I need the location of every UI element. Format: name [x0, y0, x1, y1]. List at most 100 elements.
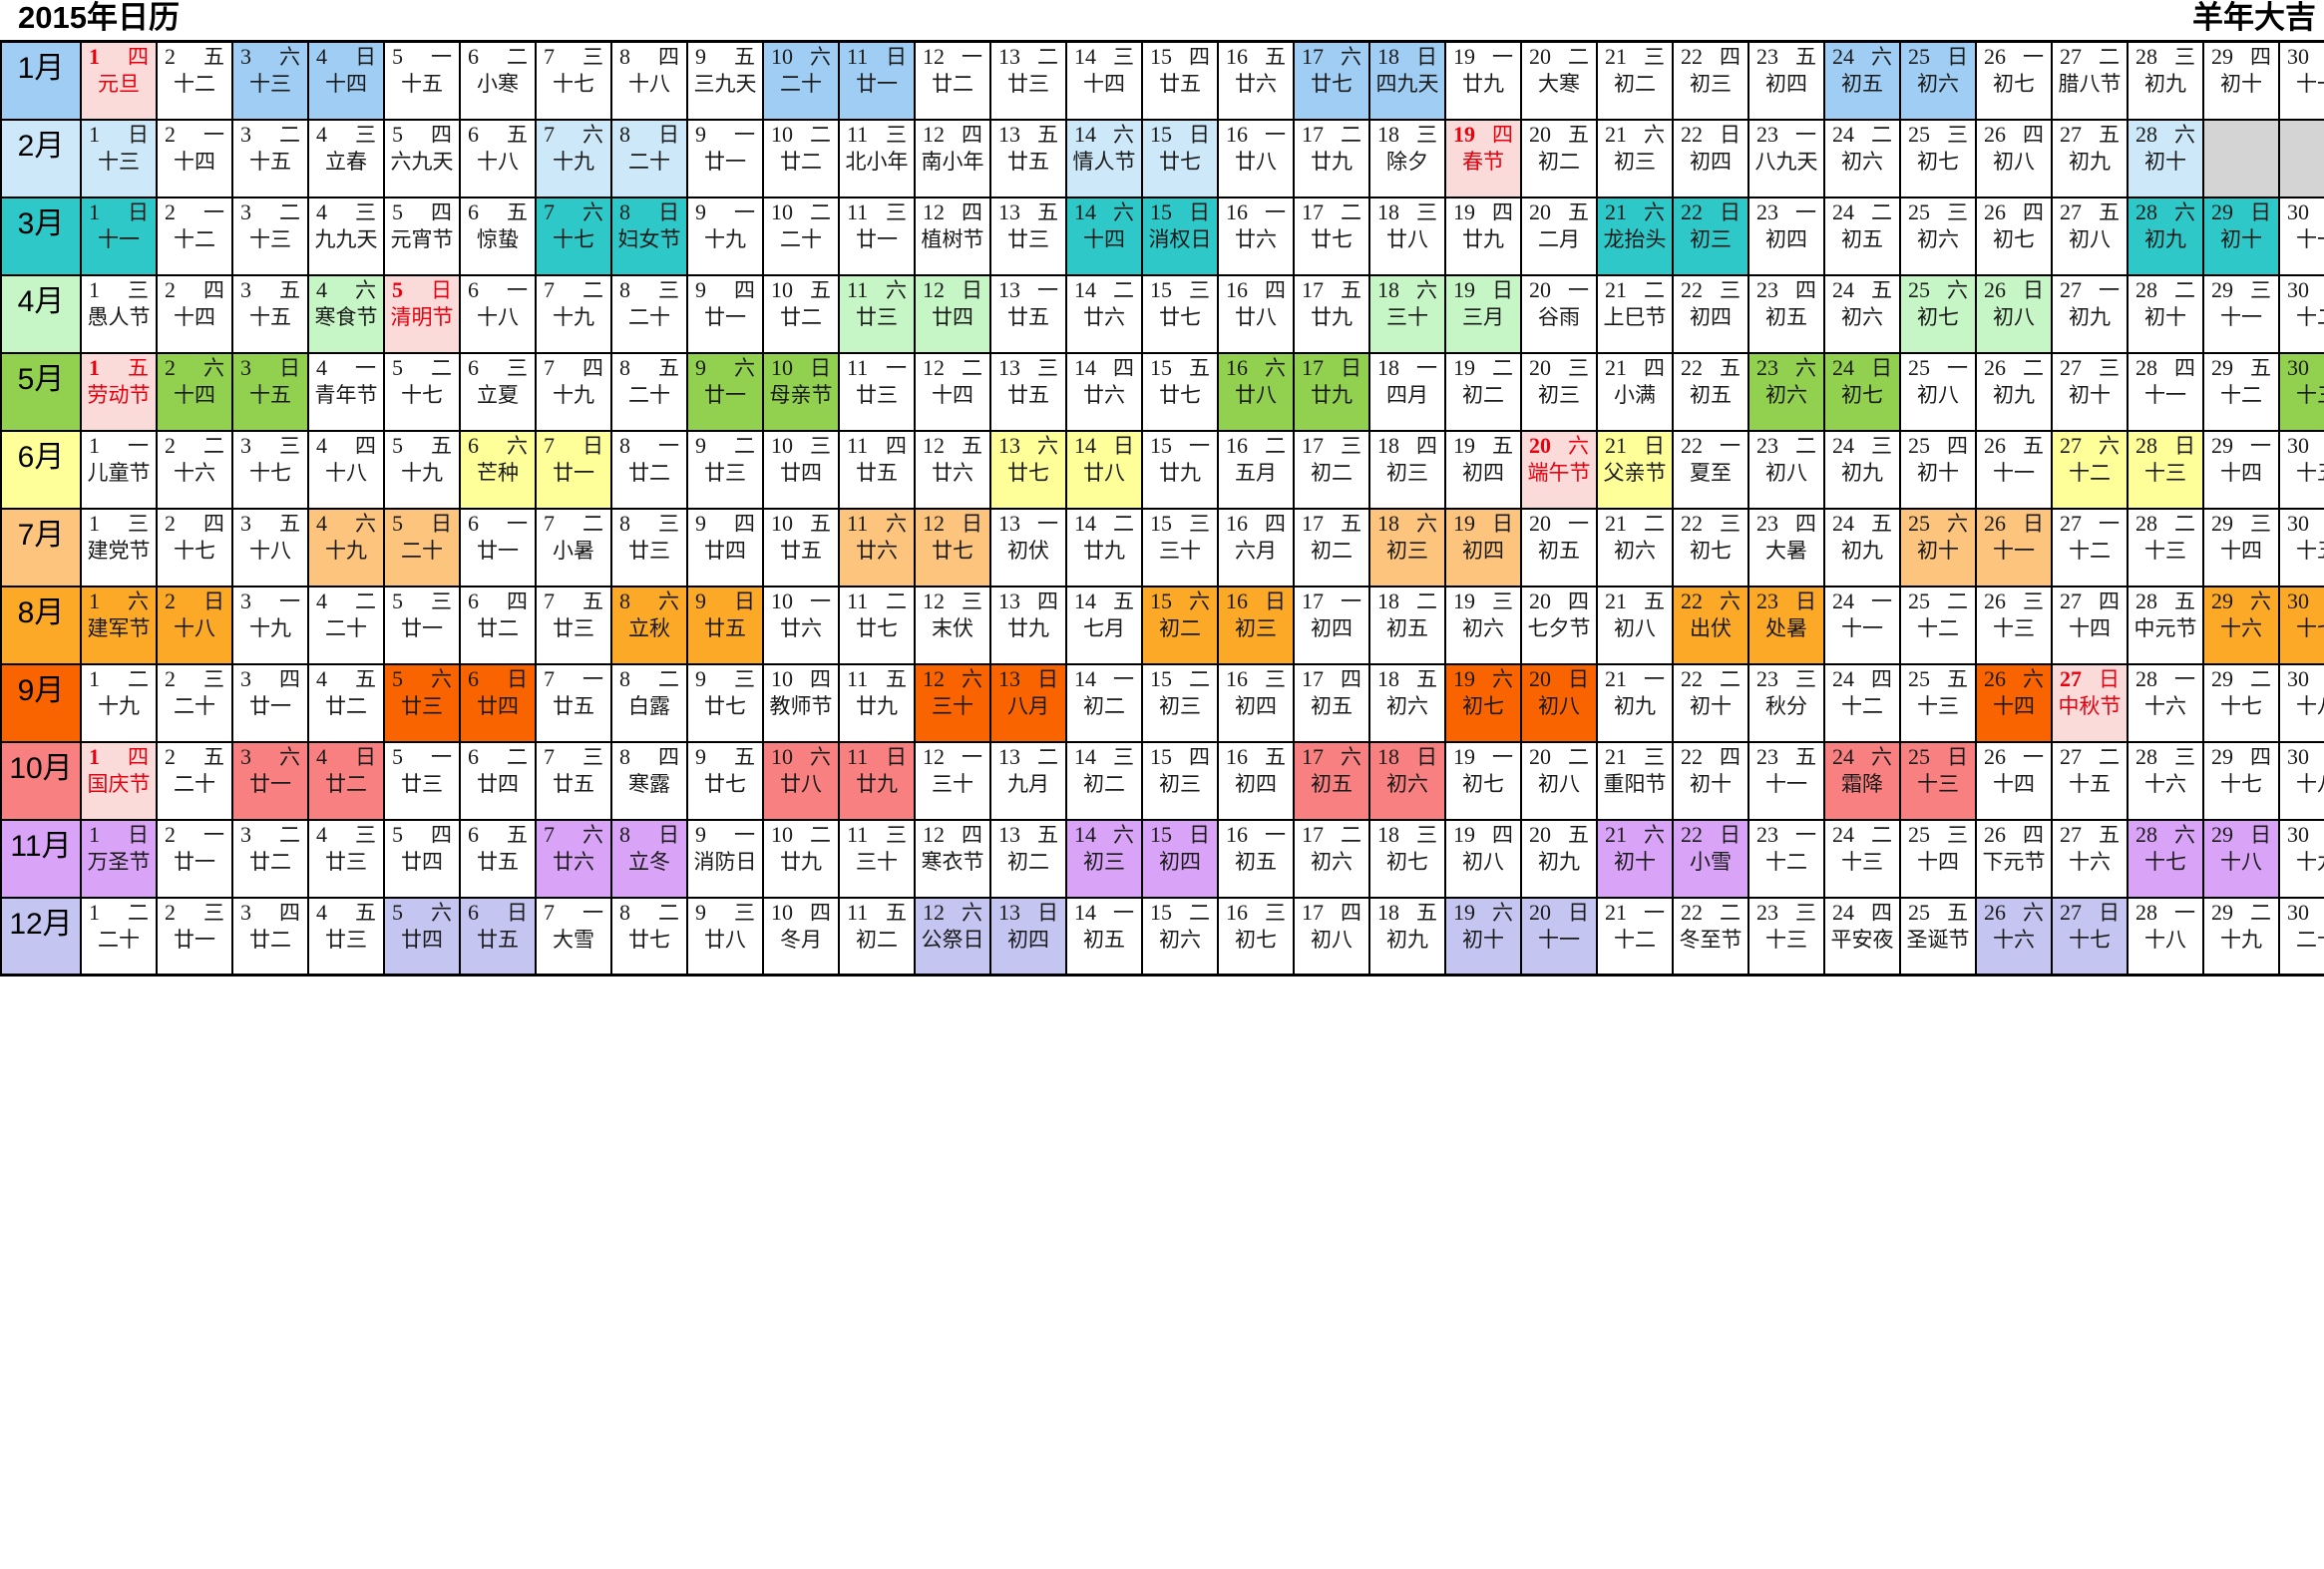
day-cell[interactable]: 20 五二月 [1520, 196, 1598, 276]
day-cell[interactable]: 14 二廿九 [1065, 507, 1143, 588]
day-cell[interactable]: 26 四初八 [1975, 118, 2053, 198]
day-cell[interactable]: 28 五中元节 [2127, 585, 2204, 665]
day-cell[interactable]: 29 四十七 [2202, 740, 2280, 821]
day-cell[interactable]: 22 三初四 [1672, 273, 1749, 354]
day-cell[interactable]: 25 日十三 [1899, 740, 1977, 821]
month-label[interactable]: 11月 [0, 818, 82, 899]
day-cell[interactable]: 23 四大暑 [1747, 507, 1825, 588]
day-cell[interactable]: 25 一初八 [1899, 351, 1977, 432]
day-cell[interactable]: 28 一十八 [2127, 896, 2204, 977]
day-cell[interactable]: 2 三廿一 [156, 896, 233, 977]
day-cell[interactable]: 24 六霜降 [1823, 740, 1901, 821]
day-cell[interactable]: 24 日初七 [1823, 351, 1901, 432]
day-cell[interactable]: 13 六廿七 [989, 429, 1067, 510]
day-cell[interactable]: 27 二十五 [2051, 740, 2129, 821]
day-cell[interactable]: 5 二十七 [383, 351, 461, 432]
day-cell[interactable]: 19 三初六 [1444, 585, 1522, 665]
day-cell[interactable]: 29 三十一 [2202, 273, 2280, 354]
day-cell[interactable]: 7 五廿三 [535, 585, 612, 665]
day-cell[interactable]: 6 五惊蛰 [459, 196, 537, 276]
day-cell[interactable]: 3 三十七 [231, 429, 309, 510]
day-cell[interactable]: 27 五初九 [2051, 118, 2129, 198]
day-cell[interactable]: 23 五初四 [1747, 40, 1825, 121]
day-cell[interactable]: 16 五廿六 [1217, 40, 1295, 121]
day-cell[interactable]: 29 二十七 [2202, 662, 2280, 743]
day-cell[interactable]: 6 六芒种 [459, 429, 537, 510]
day-cell[interactable]: 16 一初五 [1217, 818, 1295, 899]
day-cell[interactable]: 28 日十三 [2127, 429, 2204, 510]
day-cell[interactable]: 23 六初六 [1747, 351, 1825, 432]
day-cell[interactable]: 8 二白露 [610, 662, 688, 743]
day-cell[interactable]: 25 六初七 [1899, 273, 1977, 354]
day-cell[interactable]: 6 日廿五 [459, 896, 537, 977]
day-cell[interactable]: 23 一十二 [1747, 818, 1825, 899]
day-cell[interactable]: 11 三三十 [838, 818, 916, 899]
day-cell[interactable]: 15 二初三 [1141, 662, 1219, 743]
day-cell[interactable]: 25 三初七 [1899, 118, 1977, 198]
day-cell[interactable]: 27 五初八 [2051, 196, 2129, 276]
day-cell[interactable]: 22 二初十 [1672, 662, 1749, 743]
day-cell[interactable]: 24 一十一 [1823, 585, 1901, 665]
day-cell[interactable]: 18 日四九天 [1368, 40, 1446, 121]
day-cell[interactable]: 28 二初十 [2127, 273, 2204, 354]
day-cell[interactable]: 2 三二十 [156, 662, 233, 743]
day-cell[interactable]: 7 四十九 [535, 351, 612, 432]
day-cell[interactable]: 27 四十四 [2051, 585, 2129, 665]
day-cell[interactable]: 9 二廿三 [686, 429, 764, 510]
day-cell[interactable]: 19 一廿九 [1444, 40, 1522, 121]
day-cell[interactable]: 23 二初八 [1747, 429, 1825, 510]
day-cell[interactable]: 16 一廿六 [1217, 196, 1295, 276]
day-cell[interactable]: 6 五廿五 [459, 818, 537, 899]
day-cell[interactable]: 6 一廿一 [459, 507, 537, 588]
day-cell[interactable]: 24 三初九 [1823, 429, 1901, 510]
day-cell[interactable]: 12 五廿六 [914, 429, 991, 510]
day-cell[interactable]: 9 四廿四 [686, 507, 764, 588]
day-cell[interactable]: 15 日消权日 [1141, 196, 1219, 276]
day-cell[interactable]: 16 四六月 [1217, 507, 1295, 588]
day-cell[interactable]: 11 四廿五 [838, 429, 916, 510]
day-cell[interactable]: 23 五十一 [1747, 740, 1825, 821]
day-cell[interactable]: 6 四廿二 [459, 585, 537, 665]
day-cell[interactable]: 1 二十九 [80, 662, 158, 743]
day-cell[interactable]: 13 二廿三 [989, 40, 1067, 121]
day-cell[interactable]: 5 一十五 [383, 40, 461, 121]
day-cell[interactable]: 29 二十九 [2202, 896, 2280, 977]
day-cell[interactable]: 27 日十七 [2051, 896, 2129, 977]
day-cell[interactable]: 17 六初五 [1293, 740, 1370, 821]
day-cell[interactable]: 15 四初三 [1141, 740, 1219, 821]
day-cell[interactable]: 1 日十三 [80, 118, 158, 198]
day-cell[interactable]: 3 六十三 [231, 40, 309, 121]
day-cell[interactable]: 25 三初六 [1899, 196, 1977, 276]
day-cell[interactable]: 28 一十六 [2127, 662, 2204, 743]
day-cell[interactable]: 5 四六九天 [383, 118, 461, 198]
day-cell[interactable]: 8 日妇女节 [610, 196, 688, 276]
day-cell[interactable]: 21 六初十 [1596, 818, 1674, 899]
day-cell[interactable]: 18 三廿八 [1368, 196, 1446, 276]
day-cell[interactable]: 8 六立秋 [610, 585, 688, 665]
day-cell[interactable]: 28 三初九 [2127, 40, 2204, 121]
day-cell[interactable]: 18 二初五 [1368, 585, 1446, 665]
day-cell[interactable]: 22 四初三 [1672, 40, 1749, 121]
day-cell[interactable]: 22 四初十 [1672, 740, 1749, 821]
day-cell[interactable]: 17 日廿九 [1293, 351, 1370, 432]
day-cell[interactable]: 19 四初八 [1444, 818, 1522, 899]
day-cell[interactable]: 17 五廿九 [1293, 273, 1370, 354]
day-cell[interactable]: 26 四下元节 [1975, 818, 2053, 899]
day-cell[interactable]: 7 一廿五 [535, 662, 612, 743]
day-cell[interactable]: 24 四平安夜 [1823, 896, 1901, 977]
day-cell[interactable]: 11 六廿六 [838, 507, 916, 588]
day-cell[interactable]: 28 四十一 [2127, 351, 2204, 432]
day-cell[interactable]: 20 二初八 [1520, 740, 1598, 821]
day-cell[interactable]: 28 六初九 [2127, 196, 2204, 276]
day-cell[interactable]: 27 日中秋节 [2051, 662, 2129, 743]
day-cell[interactable]: 19 日初四 [1444, 507, 1522, 588]
day-cell[interactable]: 3 五十五 [231, 273, 309, 354]
day-cell[interactable]: 14 日廿八 [1065, 429, 1143, 510]
day-cell[interactable]: 5 四元宵节 [383, 196, 461, 276]
day-cell[interactable]: 28 三十六 [2127, 740, 2204, 821]
day-cell[interactable]: 24 二初五 [1823, 196, 1901, 276]
day-cell[interactable]: 11 三廿一 [838, 196, 916, 276]
day-cell[interactable]: 15 三三十 [1141, 507, 1219, 588]
day-cell[interactable]: 10 六二十 [762, 40, 840, 121]
day-cell[interactable]: 25 五十三 [1899, 662, 1977, 743]
